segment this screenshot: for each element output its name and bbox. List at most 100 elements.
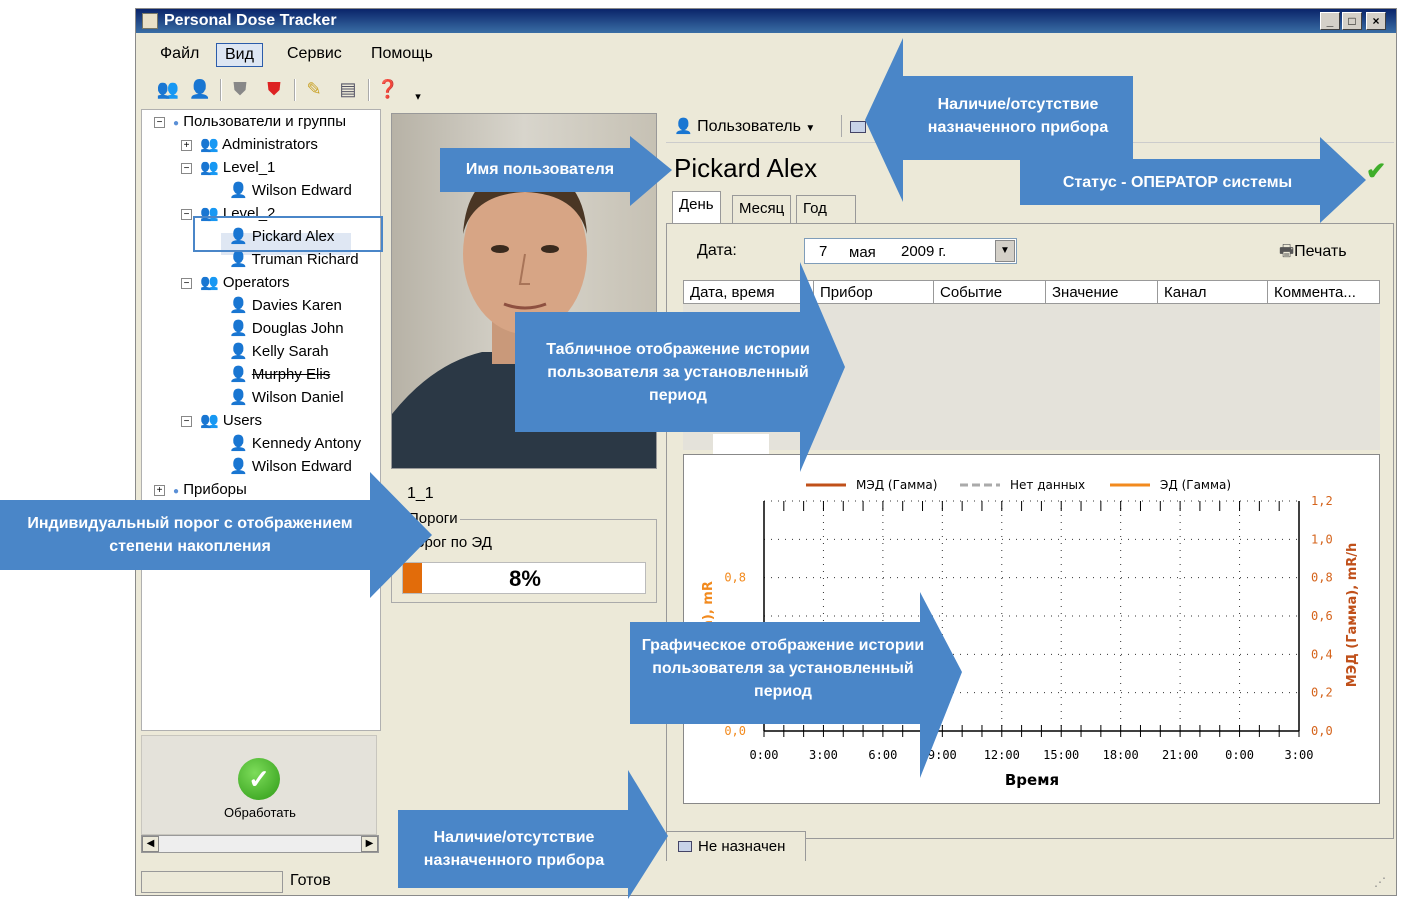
legend-label: МЭД (Гамма) [856, 478, 937, 492]
device-icon[interactable]: ▤ [336, 77, 360, 101]
expander-icon[interactable]: − [181, 277, 192, 289]
add-user-icon[interactable]: 👤 [188, 77, 212, 101]
user-icon: 👤 [229, 182, 248, 199]
group-icon: 👥 [200, 412, 219, 429]
shield-icon[interactable]: ⛊ [228, 77, 252, 101]
selected-user-outline [193, 216, 383, 252]
toolbar: 👥 👤 ⛊ ⛊ ✎ ▤ ❓ ▾ [136, 73, 1396, 107]
tree-user[interactable]: 👤 Truman Richard [229, 249, 359, 271]
device-status-text: Не назначен [698, 838, 786, 855]
column-value[interactable]: Значение [1046, 281, 1158, 303]
callout-operator-status: Статус - ОПЕРАТОР системы [1020, 137, 1366, 223]
tab-day[interactable]: День [672, 191, 721, 225]
date-day: 7 [819, 243, 828, 260]
tree-node-label: Truman Richard [251, 251, 359, 268]
legend-label: Нет данных [1010, 478, 1085, 492]
column-channel[interactable]: Канал [1158, 281, 1268, 303]
tree-node-label: Пользователи и группы [183, 113, 347, 130]
toolbar-separator [368, 79, 370, 101]
callout-presence-bottom-text: Наличие/отсутствие назначенного прибора [423, 829, 605, 869]
tree-user[interactable]: 👤 Murphy Elis [229, 364, 330, 386]
tree-node-label: Kennedy Antony [251, 435, 362, 452]
device-status-icon[interactable] [850, 121, 866, 133]
shield-remove-icon[interactable]: ⛊ [262, 77, 286, 101]
y-right-tick-label: 0,8 [1311, 571, 1333, 585]
x-tick-label: 21:00 [1162, 748, 1198, 762]
edit-icon[interactable]: ✎ [302, 77, 326, 101]
date-picker[interactable]: 7 мая 2009 г. ▼ [804, 238, 1017, 264]
tab-year[interactable]: Год [796, 195, 856, 223]
folder-bullet-icon: ● [173, 118, 180, 129]
y-right-axis-label: МЭД (Гамма), mR/h [1345, 543, 1360, 688]
tree-user[interactable]: 👤 Wilson Edward [229, 180, 352, 202]
expander-icon[interactable]: − [181, 208, 192, 220]
user-dropdown[interactable]: 👤 Пользователь ▼ [674, 117, 815, 136]
user-icon: 👤 [229, 297, 248, 314]
tree-horizontal-scrollbar[interactable]: ◀ ▶ [141, 835, 379, 853]
tree-user[interactable]: 👤 Davies Karen [229, 295, 342, 317]
expander-icon[interactable]: − [181, 415, 192, 427]
status-text: Готов [290, 872, 331, 889]
device-status-bar: Не назначен [666, 831, 806, 861]
y-right-tick-label: 0,0 [1311, 724, 1333, 738]
tree-group[interactable]: − 👥 Level_1 [181, 157, 275, 179]
y-right-tick-label: 0,6 [1311, 609, 1333, 623]
user-icon: 👤 [229, 435, 248, 452]
column-event[interactable]: Событие [934, 281, 1046, 303]
menu-view[interactable]: Вид [216, 43, 263, 67]
user-icon: 👤 [229, 389, 248, 406]
x-tick-label: 18:00 [1103, 748, 1139, 762]
callout-user-name-text: Имя пользователя [465, 161, 615, 178]
close-button[interactable]: × [1366, 12, 1386, 30]
menu-help[interactable]: Помощь [363, 43, 441, 67]
x-tick-label: 12:00 [984, 748, 1020, 762]
legend-label: ЭД (Гамма) [1160, 478, 1231, 492]
toolbar-separator [220, 79, 222, 101]
menu-file[interactable]: Файл [152, 43, 207, 67]
expander-icon[interactable]: − [154, 116, 165, 128]
maximize-button[interactable]: □ [1342, 12, 1362, 30]
column-comment[interactable]: Коммента... [1268, 281, 1380, 303]
title-bar[interactable]: Personal Dose Tracker _ □ × [136, 9, 1396, 33]
tree-user[interactable]: 👤 Wilson Daniel [229, 387, 344, 409]
group-icon: 👥 [200, 159, 219, 176]
callout-graph-history: Графическое отображение истории пользова… [630, 592, 962, 778]
callout-operator-status-text: Статус - ОПЕРАТОР системы [1062, 174, 1293, 191]
tree-group[interactable]: − 👥 Users [181, 410, 262, 432]
menu-service[interactable]: Сервис [279, 43, 350, 67]
tree-group[interactable]: − 👥 Operators [181, 272, 290, 294]
expander-icon[interactable]: − [181, 162, 192, 174]
print-button[interactable]: 🖶Печать [1279, 240, 1347, 267]
tab-month[interactable]: Месяц [732, 195, 792, 223]
tree-node-label: Operators [222, 274, 290, 291]
print-label: Печать [1294, 243, 1347, 260]
group-icon: 👥 [200, 274, 219, 291]
chevron-down-icon: ▼ [805, 123, 816, 134]
tree-group[interactable]: + 👥 Administrators [181, 134, 318, 156]
users-icon[interactable]: 👥 [156, 77, 180, 101]
tree-node-label: Davies Karen [251, 297, 342, 314]
minimize-button[interactable]: _ [1320, 12, 1340, 30]
scroll-left-icon[interactable]: ◀ [142, 836, 159, 852]
date-month: мая [849, 244, 876, 261]
y-right-tick-label: 0,2 [1311, 686, 1333, 700]
process-button[interactable]: ✓ Обработать [141, 735, 377, 835]
tree-node-label: Wilson Edward [251, 182, 352, 199]
process-button-label: Обработать [224, 805, 296, 820]
callout-threshold-text: Индивидуальный порог с отображением степ… [27, 515, 353, 555]
tree-user[interactable]: 👤 Kennedy Antony [229, 433, 361, 455]
callout-threshold: Индивидуальный порог с отображением степ… [0, 472, 432, 598]
tree-user[interactable]: 👤 Douglas John [229, 318, 344, 340]
scroll-right-icon[interactable]: ▶ [361, 836, 378, 852]
resize-grip-icon[interactable]: ⋰ [1374, 875, 1386, 889]
tree-root-users-groups[interactable]: − ● Пользователи и группы [154, 111, 346, 133]
help-icon[interactable]: ❓ [376, 77, 400, 101]
user-icon: 👤 [229, 251, 248, 268]
tree-user[interactable]: 👤 Kelly Sarah [229, 341, 329, 363]
callout-graph-history-text: Графическое отображение истории пользова… [641, 637, 925, 700]
y-right-tick-label: 1,0 [1311, 532, 1333, 546]
callout-table-history: Табличное отображение истории пользовате… [515, 262, 845, 472]
toolbar-overflow-icon[interactable]: ▾ [406, 85, 430, 109]
chevron-down-icon[interactable]: ▼ [995, 240, 1015, 262]
expander-icon[interactable]: + [181, 139, 192, 151]
